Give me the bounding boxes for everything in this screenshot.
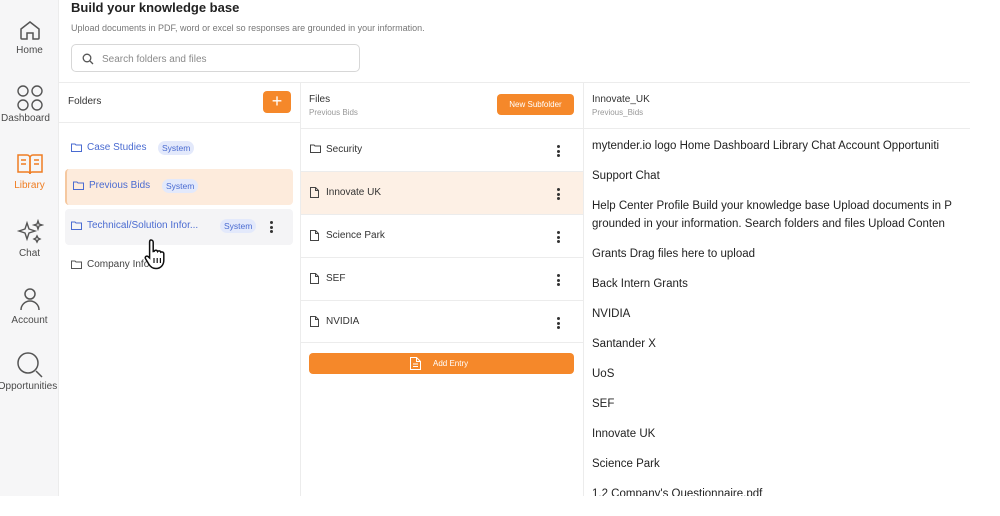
document-icon: [310, 316, 319, 327]
folder-name: Technical/Solution Infor...: [87, 220, 199, 231]
preview-line: Santander X: [592, 338, 656, 350]
folder-icon: [73, 181, 84, 190]
preview-line: Back Intern Grants: [592, 278, 688, 290]
add-entry-label: Add Entry: [433, 359, 469, 368]
folder-name: Case Studies: [87, 142, 147, 153]
files-title: Files: [309, 94, 331, 105]
nav-label-home: Home: [16, 45, 43, 56]
nav-item-home[interactable]: Home: [0, 18, 59, 78]
more-options-icon[interactable]: [557, 144, 561, 159]
preview-line: Help Center Profile Build your knowledge…: [592, 200, 952, 212]
preview-line: Grants Drag files here to upload: [592, 248, 756, 260]
file-row-innovate-uk[interactable]: Innovate UK: [301, 171, 583, 214]
preview-line: Innovate UK: [592, 428, 656, 440]
folder-item-previous-bids[interactable]: Previous Bids System: [65, 169, 293, 205]
folders-title: Folders: [68, 96, 102, 107]
home-icon: [19, 21, 40, 40]
column-divider: [583, 82, 584, 496]
nav-item-library[interactable]: Library: [0, 151, 59, 211]
folder-icon: [71, 221, 82, 230]
nav-item-opportunities[interactable]: Opportunities: [0, 350, 59, 410]
file-row-sef[interactable]: SEF: [301, 257, 583, 300]
page-subtitle: Upload documents in PDF, word or excel s…: [71, 23, 425, 33]
files-subtitle: Previous Bids: [309, 108, 358, 117]
hand-cursor-icon: [144, 239, 165, 270]
document-icon: [310, 273, 319, 284]
preview-divider: [584, 128, 970, 129]
new-subfolder-button[interactable]: New Subfolder: [497, 94, 574, 115]
file-row-security[interactable]: Security: [301, 128, 583, 171]
page-title: Build your knowledge base: [71, 0, 240, 15]
search-box: [71, 44, 360, 72]
add-folder-button[interactable]: +: [263, 91, 291, 113]
preview-line: NVIDIA: [592, 308, 631, 320]
preview-line: Support Chat: [592, 170, 660, 182]
library-icon: [16, 154, 43, 175]
nav-label-opportunities: Opportunities: [0, 381, 58, 392]
nav-label-dashboard: Dashboard: [1, 113, 50, 124]
header-divider: [59, 82, 970, 83]
preview-line: mytender.io logo Home Dashboard Library …: [592, 140, 940, 152]
file-name: SEF: [326, 273, 346, 284]
document-icon: [310, 187, 319, 198]
more-options-icon[interactable]: [557, 273, 561, 288]
nav-item-account[interactable]: Account: [0, 286, 59, 346]
file-name: Innovate UK: [326, 187, 382, 198]
preview-line: SEF: [592, 398, 615, 410]
folder-name: Previous Bids: [89, 180, 151, 191]
more-options-icon[interactable]: [557, 316, 561, 331]
more-options-icon[interactable]: [270, 220, 274, 235]
preview-line: 1.2 Company's Questionnaire.pdf: [592, 488, 763, 496]
preview-title: Innovate_UK: [592, 94, 650, 105]
file-name: NVIDIA: [326, 316, 360, 327]
search-icon: [16, 352, 43, 378]
file-name: Science Park: [326, 230, 385, 241]
more-options-icon[interactable]: [557, 187, 561, 202]
folder-name: Company Info: [87, 259, 150, 270]
file-row-nvidia[interactable]: NVIDIA: [301, 300, 583, 343]
folders-divider: [59, 122, 300, 123]
nav-item-chat[interactable]: Chat: [0, 219, 59, 279]
window-edge: [0, 496, 1000, 516]
folder-item-company-info[interactable]: Company Info: [65, 248, 293, 284]
system-badge: System: [158, 141, 195, 155]
document-icon: [410, 357, 421, 370]
preview-content: mytender.io logo Home Dashboard Library …: [592, 138, 970, 496]
search-input[interactable]: [102, 50, 352, 68]
more-options-icon[interactable]: [557, 230, 561, 245]
folder-icon: [310, 144, 321, 153]
preview-line: Science Park: [592, 458, 660, 470]
file-row-science-park[interactable]: Science Park: [301, 214, 583, 257]
document-icon: [310, 230, 319, 241]
system-badge: System: [162, 179, 199, 193]
search-icon: [82, 53, 94, 65]
nav-label-library: Library: [14, 180, 45, 191]
folder-icon: [71, 143, 82, 152]
app-window: Home Dashboard Library Chat Account Oppo…: [0, 0, 1000, 516]
preview-subtitle: Previous_Bids: [592, 108, 644, 117]
nav-label-chat: Chat: [18, 248, 41, 259]
folder-icon: [71, 260, 82, 269]
sparkles-icon: [16, 219, 44, 244]
add-entry-button[interactable]: Add Entry: [309, 353, 574, 374]
nav-item-dashboard[interactable]: Dashboard: [0, 84, 59, 144]
preview-line: UoS: [592, 368, 615, 380]
system-badge: System: [220, 219, 257, 233]
dashboard-icon: [16, 85, 43, 111]
nav-label-account: Account: [11, 315, 48, 326]
folder-item-technical-solution[interactable]: Technical/Solution Infor... System: [65, 209, 293, 245]
window-edge: [970, 0, 1000, 516]
sidebar-nav: Home Dashboard Library Chat Account Oppo…: [0, 0, 59, 496]
file-name: Security: [326, 144, 363, 155]
user-icon: [19, 288, 40, 311]
folder-item-case-studies[interactable]: Case Studies System: [65, 131, 293, 167]
preview-line: grounded in your information. Search fol…: [592, 218, 945, 230]
